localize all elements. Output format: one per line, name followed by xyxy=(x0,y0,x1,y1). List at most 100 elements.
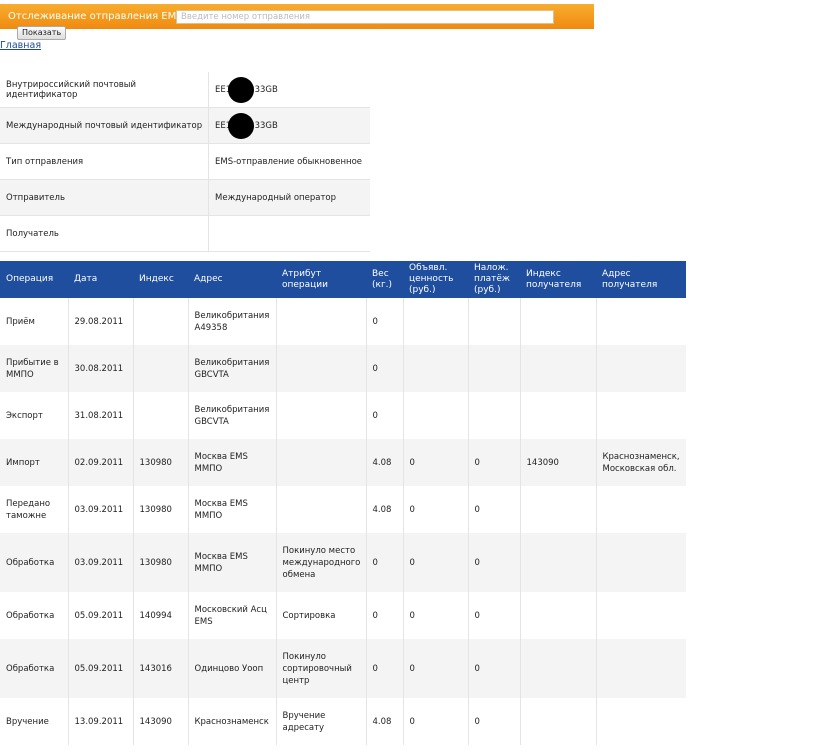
ops-cell: 29.08.2011 xyxy=(68,298,134,345)
info-label: Международный почтовый идентификатор xyxy=(0,107,209,144)
ops-cell: 0 xyxy=(468,439,521,486)
ops-cell: 0 xyxy=(366,298,404,345)
ops-cell xyxy=(276,486,367,533)
ops-cell: 130980 xyxy=(133,439,189,486)
info-value xyxy=(208,215,370,252)
ops-cell: Одинцово Уооп xyxy=(188,639,277,698)
ops-cell: Вручение адресату xyxy=(276,698,367,745)
ops-header-cell: Индекс xyxy=(133,261,188,298)
ops-header-cell: Дата xyxy=(68,261,133,298)
ops-row: Вручение 13.09.2011 143090 Краснознаменск Вр… xyxy=(0,698,686,745)
info-value: EE1 333GB xyxy=(208,72,370,108)
ops-cell: Обработка xyxy=(0,592,69,639)
info-row: Внутрироссийский почтовый идентификатор E… xyxy=(0,72,370,108)
home-link[interactable]: Главная xyxy=(0,40,41,51)
ops-cell: 143090 xyxy=(133,698,189,745)
ops-cell: Великобритания A49358 xyxy=(188,298,277,345)
ops-cell: 143090 xyxy=(520,439,597,486)
ops-cell: 05.09.2011 xyxy=(68,639,134,698)
ops-cell: 0 xyxy=(468,592,521,639)
ops-cell xyxy=(403,298,469,345)
ops-header-cell: Атрибут операции xyxy=(276,261,366,298)
ops-row: Передано таможне 03.09.2011 130980 Москва E… xyxy=(0,486,686,533)
ops-cell: 0 xyxy=(468,698,521,745)
ops-cell xyxy=(133,345,189,392)
redaction-mark xyxy=(228,76,254,103)
info-label: Внутрироссийский почтовый идентификатор xyxy=(0,72,209,108)
ops-cell: 0 xyxy=(366,639,404,698)
shipment-info-table: Внутрироссийский почтовый идентификатор E… xyxy=(0,72,370,252)
ops-cell: 03.09.2011 xyxy=(68,533,134,592)
ops-cell: 4.08 xyxy=(366,698,404,745)
ops-cell xyxy=(133,298,189,345)
info-label: Отправитель xyxy=(0,179,209,216)
ops-cell: 0 xyxy=(403,592,469,639)
ops-header-cell: Вес (кг.) xyxy=(366,261,403,298)
tracking-number-input[interactable] xyxy=(176,10,554,24)
ops-cell: 0 xyxy=(366,592,404,639)
ops-cell: Передано таможне xyxy=(0,486,69,533)
ops-row: Обработка 03.09.2011 130980 Москва EMS ММПО… xyxy=(0,533,686,592)
ops-cell xyxy=(276,392,367,439)
tracking-header-bar: Отслеживание отправления EMS xyxy=(0,4,594,29)
ops-cell: 31.08.2011 xyxy=(68,392,134,439)
ops-cell xyxy=(520,486,597,533)
ops-row: Приём 29.08.2011 Великобритания A49358 0 xyxy=(0,298,686,345)
ops-cell: Обработка xyxy=(0,533,69,592)
ops-cell: 4.08 xyxy=(366,439,404,486)
ops-cell xyxy=(596,592,686,639)
ops-cell: Москва EMS ММПО xyxy=(188,486,277,533)
ops-cell: 05.09.2011 xyxy=(68,592,134,639)
tracking-title: Отслеживание отправления EMS xyxy=(8,11,183,22)
info-row: Тип отправления EMS-отправление обыкновен… xyxy=(0,143,370,180)
info-row: Отправитель Международный оператор xyxy=(0,179,370,216)
ops-header-cell: Объявл. ценность (руб.) xyxy=(403,261,468,298)
ops-cell xyxy=(520,345,597,392)
ops-cell xyxy=(520,533,597,592)
info-row: Получатель xyxy=(0,215,370,252)
ops-cell: 130980 xyxy=(133,486,189,533)
ops-cell: 0 xyxy=(403,698,469,745)
ops-cell xyxy=(596,486,686,533)
ops-cell xyxy=(520,592,597,639)
info-value: EE1 333GB xyxy=(208,107,370,144)
ops-header-cell: Адрес xyxy=(188,261,276,298)
ops-cell: 0 xyxy=(403,639,469,698)
ops-row: Обработка 05.09.2011 140994 Московский Асц … xyxy=(0,592,686,639)
ops-cell: 0 xyxy=(366,392,404,439)
ops-cell xyxy=(276,439,367,486)
ops-cell xyxy=(468,345,521,392)
ops-cell xyxy=(133,392,189,439)
operations-table: Операция Дата Индекс Адрес Атрибут операции В… xyxy=(0,261,686,745)
ops-cell xyxy=(596,298,686,345)
ops-cell xyxy=(276,345,367,392)
ops-cell xyxy=(596,639,686,698)
ops-cell: 143016 xyxy=(133,639,189,698)
ops-row: Импорт 02.09.2011 130980 Москва EMS ММПО 4.0… xyxy=(0,439,686,486)
ops-cell xyxy=(596,533,686,592)
ops-cell xyxy=(403,392,469,439)
ops-cell xyxy=(468,392,521,439)
ops-header-cell: Операция xyxy=(0,261,68,298)
ops-cell: 0 xyxy=(403,486,469,533)
ops-cell: 03.09.2011 xyxy=(68,486,134,533)
ops-cell: Покинуло сортировочный центр xyxy=(276,639,367,698)
ops-cell: Краснознаменск, Московская обл. xyxy=(596,439,686,486)
info-row: Международный почтовый идентификатор EE1 3… xyxy=(0,107,370,144)
show-button[interactable]: Показать xyxy=(17,26,67,40)
ops-cell: 02.09.2011 xyxy=(68,439,134,486)
ops-cell xyxy=(596,698,686,745)
ops-row: Обработка 05.09.2011 143016 Одинцово Уооп По… xyxy=(0,639,686,698)
info-label: Тип отправления xyxy=(0,143,209,180)
ops-cell xyxy=(596,392,686,439)
ops-cell: 0 xyxy=(403,533,469,592)
ops-cell: 0 xyxy=(468,533,521,592)
ops-cell: 4.08 xyxy=(366,486,404,533)
ops-cell: 130980 xyxy=(133,533,189,592)
ops-cell: Покинуло место международного обмена xyxy=(276,533,367,592)
ops-cell: Обработка xyxy=(0,639,69,698)
redaction-mark xyxy=(228,112,254,139)
ops-cell xyxy=(468,298,521,345)
ops-cell: 0 xyxy=(366,533,404,592)
ops-cell xyxy=(520,298,597,345)
